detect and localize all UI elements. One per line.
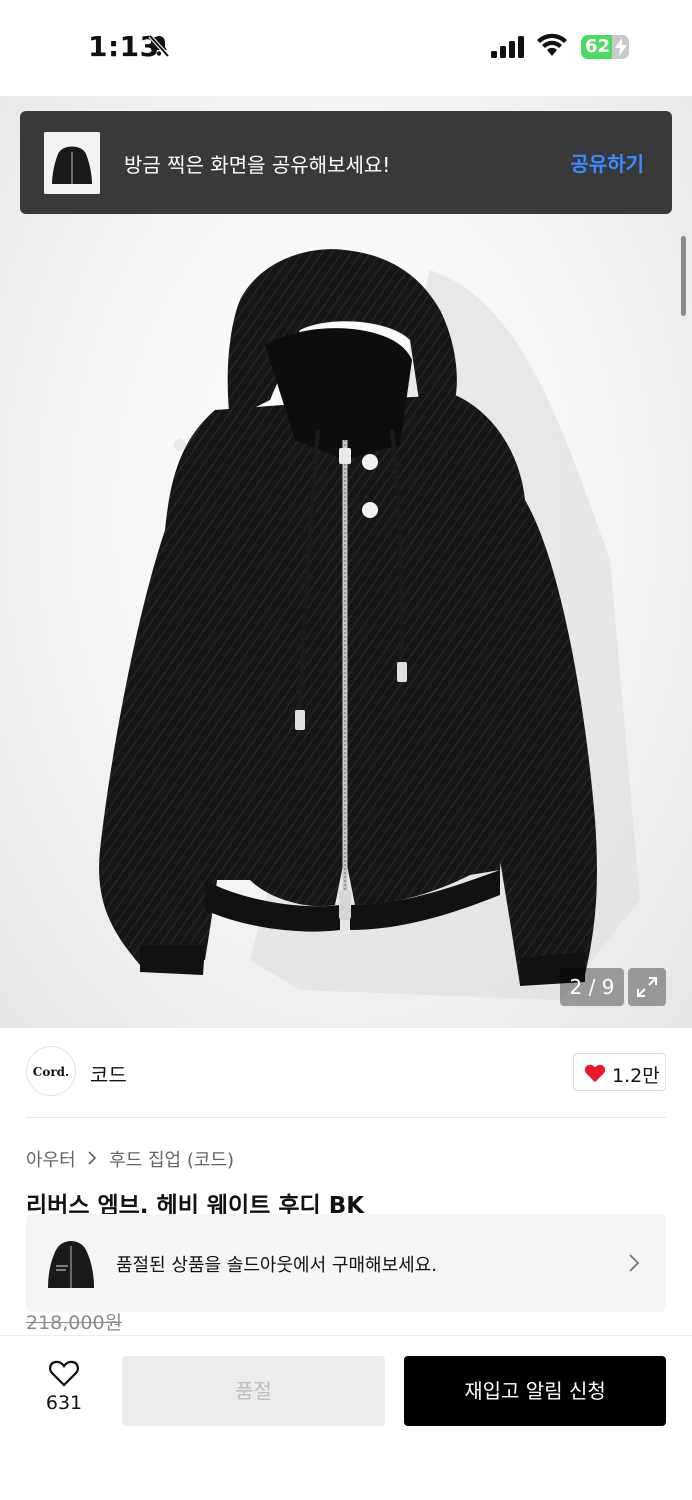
brand-like-count: 1.2만	[612, 1065, 660, 1087]
breadcrumb-category[interactable]: 아우터	[26, 1146, 76, 1172]
heart-outline-icon	[49, 1360, 79, 1387]
share-screenshot-toast[interactable]: 방금 찍은 화면을 공유해보세요! 공유하기	[20, 111, 672, 214]
wishlist-count: 631	[45, 1392, 83, 1414]
brand-like-button[interactable]: 1.2만	[573, 1053, 666, 1091]
chevron-right-icon	[629, 1254, 640, 1272]
charging-bolt-icon	[615, 38, 627, 56]
scrollbar[interactable]	[681, 236, 686, 316]
heart-filled-icon	[584, 1064, 606, 1083]
soldout-marketplace-banner[interactable]: 품절된 상품을 솔드아웃에서 구매해보세요.	[26, 1214, 666, 1312]
expand-image-button[interactable]	[628, 968, 666, 1006]
signal-icon	[491, 36, 524, 58]
wifi-icon	[537, 33, 567, 56]
bottom-action-bar: 631 품절 재입고 알림 신청	[0, 1335, 692, 1500]
chevron-right-icon	[87, 1149, 97, 1170]
original-price: 218,000원	[26, 1312, 123, 1334]
expand-icon	[637, 977, 657, 997]
soldout-banner-message: 품절된 상품을 솔드아웃에서 구매해보세요.	[116, 1255, 437, 1276]
battery-level: 62	[585, 36, 611, 57]
wishlist-button[interactable]: 631	[32, 1358, 96, 1414]
status-bar: 1:13 62	[0, 0, 692, 96]
restock-alert-button[interactable]: 재입고 알림 신청	[404, 1356, 666, 1426]
bell-off-icon	[148, 34, 170, 58]
brand-name[interactable]: 코드	[90, 1059, 127, 1088]
breadcrumb: 아우터 후드 집업 (코드)	[26, 1146, 234, 1172]
toast-message: 방금 찍은 화면을 공유해보세요!	[124, 153, 391, 177]
brand-logo[interactable]: Cord.	[26, 1046, 76, 1096]
soldout-button[interactable]: 품절	[122, 1356, 385, 1426]
product-image	[99, 249, 640, 1000]
image-page-counter: 2 / 9	[560, 968, 624, 1006]
share-link[interactable]: 공유하기	[570, 148, 644, 177]
divider	[26, 1117, 666, 1118]
banner-product-thumbnail	[44, 1232, 98, 1294]
product-image-gallery[interactable]	[0, 96, 692, 1028]
battery-indicator: 62	[581, 35, 629, 59]
screenshot-thumbnail	[44, 132, 100, 194]
breadcrumb-subcategory[interactable]: 후드 집업 (코드)	[109, 1146, 234, 1172]
